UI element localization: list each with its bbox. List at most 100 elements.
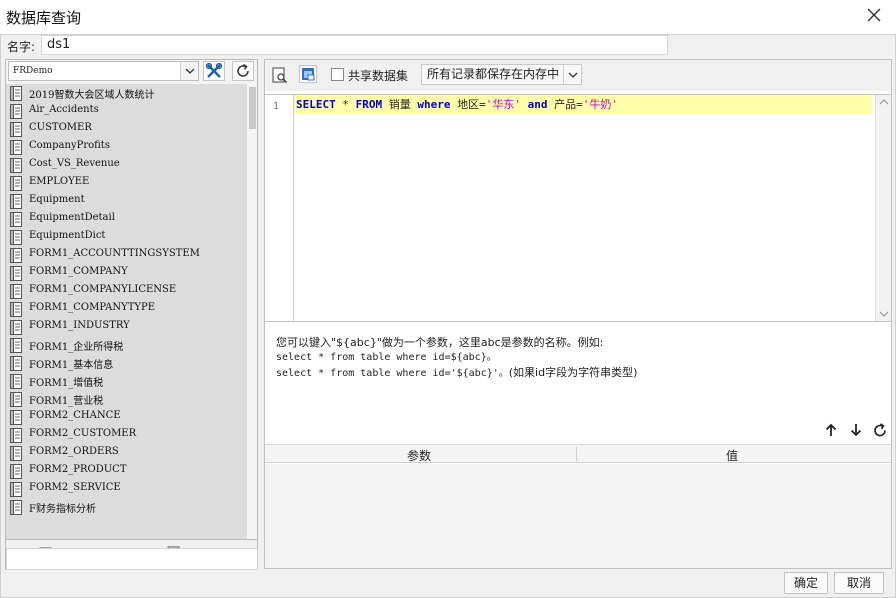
table-name: FORM2_CHANCE: [29, 410, 121, 421]
table-icon: [10, 122, 22, 137]
title-bar: 数据库查询: [0, 0, 896, 34]
database-select[interactable]: FRDemo: [8, 61, 199, 81]
table-list-item[interactable]: EquipmentDict: [6, 228, 247, 246]
parameter-table-header: 参数 值: [265, 444, 891, 463]
line-number: 1: [273, 101, 280, 112]
table-icon: [10, 284, 22, 299]
table-icon: [10, 140, 22, 155]
table-icon: [10, 482, 22, 497]
sql-editor[interactable]: 1 SELECT * FROM 销量 where 地区='华东' and 产品=…: [265, 94, 891, 322]
table-list-item[interactable]: FORM2_ORDERS: [6, 444, 247, 462]
table-list-item[interactable]: FORM1_COMPANYLICENSE: [6, 282, 247, 300]
move-up-icon[interactable]: [823, 422, 839, 438]
table-list-item[interactable]: FORM2_CUSTOMER: [6, 426, 247, 444]
table-list-item[interactable]: F财务指标分析: [6, 498, 247, 516]
table-name: FORM1_增值税: [29, 378, 104, 389]
table-icon: [10, 176, 22, 191]
sql-string: '牛奶': [582, 98, 618, 111]
table-icon: [10, 158, 22, 173]
table-list-item[interactable]: EMPLOYEE: [6, 174, 247, 192]
window-icon: [302, 68, 315, 81]
table-name: FORM1_COMPANYLICENSE: [29, 284, 177, 295]
table-icon: [10, 500, 22, 515]
sql-code-line[interactable]: SELECT * FROM 销量 where 地区='华东' and 产品='牛…: [294, 95, 872, 114]
parameter-hint: 您可以键入"${abc}"做为一个参数，这里abc是参数的名称。例如: sele…: [276, 335, 637, 381]
table-list-item[interactable]: FORM1_营业税: [6, 390, 247, 408]
editor-scrollbar[interactable]: [875, 95, 891, 321]
table-list-item[interactable]: FORM1_ACCOUNTTINGSYSTEM: [6, 246, 247, 264]
table-list-item[interactable]: 2019智数大会区域人数统计: [6, 84, 247, 102]
connection-settings-button[interactable]: [203, 61, 225, 81]
table-name: FORM1_COMPANY: [29, 266, 128, 277]
table-list-item[interactable]: Equipment: [6, 192, 247, 210]
table-list-item[interactable]: FORM1_企业所得税: [6, 336, 247, 354]
left-toolbar: FRDemo: [6, 60, 257, 84]
table-icon: [10, 320, 22, 335]
share-dataset-checkbox[interactable]: [331, 68, 344, 81]
table-search-input[interactable]: [6, 548, 258, 570]
scrollbar-thumb[interactable]: [249, 87, 256, 129]
table-name: EMPLOYEE: [29, 176, 90, 187]
table-name: Cost_VS_Revenue: [29, 158, 120, 169]
name-input[interactable]: ds1: [41, 35, 668, 55]
table-list-item[interactable]: FORM1_COMPANY: [6, 264, 247, 282]
table-list-item[interactable]: EquipmentDetail: [6, 210, 247, 228]
table-list-item[interactable]: FORM1_COMPANYTYPE: [6, 300, 247, 318]
preview-icon[interactable]: [272, 67, 288, 84]
memory-mode-value: 所有记录都保存在内存中: [427, 67, 560, 81]
refresh-tables-button[interactable]: [232, 61, 254, 81]
table-icon: [10, 392, 22, 407]
dialog-body: 名字: ds1 FRDemo 2019智数大会区域人数统计 Air_Accide…: [0, 34, 896, 598]
hint-example: select * from table where id='${abc}'。: [276, 368, 509, 379]
table-name: F财务指标分析: [29, 504, 96, 515]
sql-token: 地区=: [450, 98, 486, 111]
sql-keyword: SELECT: [296, 98, 336, 111]
table-list-item[interactable]: Cost_VS_Revenue: [6, 156, 247, 174]
table-list-item[interactable]: FORM2_SERVICE: [6, 480, 247, 498]
table-icon: [10, 266, 22, 281]
table-list[interactable]: 2019智数大会区域人数统计 Air_Accidents CUSTOMER Compa…: [6, 84, 247, 539]
value-column-header: 值: [726, 449, 739, 463]
refresh-params-icon[interactable]: [872, 422, 888, 438]
table-icon: [10, 356, 22, 371]
table-name: EquipmentDict: [29, 230, 106, 241]
line-number-gutter: 1: [265, 95, 294, 321]
table-list-item[interactable]: FORM2_CHANCE: [6, 408, 247, 426]
table-name: FORM1_COMPANYTYPE: [29, 302, 156, 313]
table-list-item[interactable]: CUSTOMER: [6, 120, 247, 138]
memory-mode-select[interactable]: 所有记录都保存在内存中: [421, 64, 582, 85]
sql-token: *: [335, 98, 356, 111]
table-name: FORM2_ORDERS: [29, 446, 119, 457]
move-down-icon[interactable]: [848, 422, 864, 438]
table-icon: [10, 230, 22, 245]
table-list-item[interactable]: FORM1_增值税: [6, 372, 247, 390]
ok-button[interactable]: 确定: [784, 572, 828, 594]
refresh-icon: [237, 63, 249, 77]
open-query-button[interactable]: [299, 65, 317, 83]
table-icon: [10, 374, 22, 389]
table-icon: [10, 248, 22, 263]
name-label: 名字:: [7, 40, 36, 54]
table-icon: [10, 338, 22, 353]
column-divider[interactable]: [576, 447, 577, 461]
table-list-item[interactable]: FORM1_INDUSTRY: [6, 318, 247, 336]
parameter-column-header: 参数: [407, 449, 432, 463]
table-list-item[interactable]: Air_Accidents: [6, 102, 247, 120]
sql-token: 产品=: [547, 98, 583, 111]
table-list-scrollbar[interactable]: [247, 84, 257, 539]
table-icon: [10, 212, 22, 227]
table-list-item[interactable]: CompanyProfits: [6, 138, 247, 156]
cancel-button[interactable]: 取消: [834, 572, 884, 594]
close-icon[interactable]: [864, 5, 884, 25]
scroll-down-icon[interactable]: [879, 310, 889, 318]
parameter-table-body[interactable]: [265, 464, 891, 568]
table-name: FORM2_PRODUCT: [29, 464, 127, 475]
chevron-down-icon: [180, 62, 198, 80]
scroll-up-icon[interactable]: [879, 98, 889, 106]
table-name: FORM1_基本信息: [29, 360, 114, 371]
chevron-down-icon: [563, 65, 581, 84]
table-icon: [10, 86, 22, 101]
table-list-item[interactable]: FORM1_基本信息: [6, 354, 247, 372]
table-list-item[interactable]: FORM2_PRODUCT: [6, 462, 247, 480]
table-icon: [10, 194, 22, 209]
